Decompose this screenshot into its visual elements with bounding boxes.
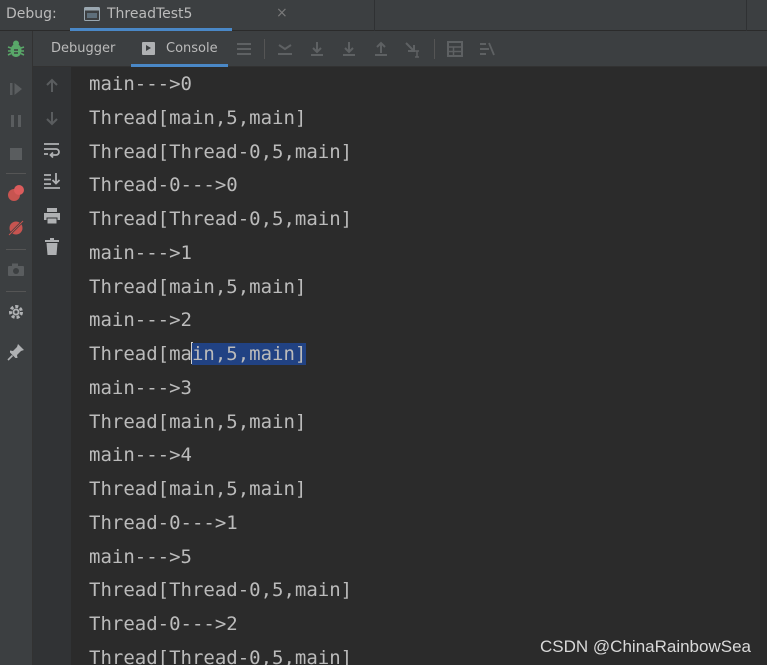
debugger-toolbar: Debugger Console xyxy=(33,31,767,67)
console-line: Thread-0--->2 xyxy=(89,613,238,635)
console-side-toolbar xyxy=(33,67,71,665)
soft-wrap-icon[interactable] xyxy=(42,140,62,160)
text-selection: in,5,main] xyxy=(191,343,307,365)
snapshot-icon[interactable] xyxy=(6,260,26,280)
console-line: main--->4 xyxy=(89,444,192,466)
toolbar-divider xyxy=(6,249,26,250)
console-line: Thread[Thread-0,5,main] xyxy=(89,141,353,163)
console-line: Thread[main,5,main] xyxy=(89,276,307,298)
evaluate-expression-icon[interactable] xyxy=(445,39,465,59)
resume-icon[interactable] xyxy=(6,79,26,99)
view-breakpoints-icon[interactable] xyxy=(6,184,26,204)
line-text-before-caret: Thread[ma xyxy=(89,343,192,365)
debug-actions-toolbar xyxy=(0,31,33,665)
console-line-selected: Thread[main,5,main] xyxy=(89,341,307,367)
tab-label: ThreadTest5 xyxy=(107,6,193,22)
console-line: Thread-0--->0 xyxy=(89,174,238,196)
tab-console[interactable]: Console xyxy=(131,31,228,67)
pin-icon[interactable] xyxy=(6,342,26,362)
tab-debugger[interactable]: Debugger xyxy=(33,31,128,67)
watermark: CSDN @ChinaRainbowSea xyxy=(540,637,751,656)
print-icon[interactable] xyxy=(42,206,62,226)
divider xyxy=(746,0,747,31)
run-config-icon xyxy=(84,7,100,21)
pause-icon[interactable] xyxy=(6,111,26,131)
run-to-cursor-icon[interactable] xyxy=(403,39,423,59)
close-icon[interactable]: × xyxy=(276,5,288,21)
debug-tool-window: Debug: ThreadTest5 × Debugger Console ma… xyxy=(0,0,767,665)
debug-label: Debug: xyxy=(6,6,57,22)
console-line: Thread[main,5,main] xyxy=(89,478,307,500)
console-line: Thread[Thread-0,5,main] xyxy=(89,579,353,601)
step-over-icon[interactable] xyxy=(307,39,327,59)
console-line: main--->5 xyxy=(89,546,192,568)
tab-console-label: Console xyxy=(166,41,218,56)
stop-icon[interactable] xyxy=(6,144,26,164)
debug-bug-icon[interactable] xyxy=(6,39,26,59)
console-line: Thread[Thread-0,5,main] xyxy=(89,647,353,665)
console-line: Thread[main,5,main] xyxy=(89,411,307,433)
toolbar-divider xyxy=(434,39,435,59)
console-output[interactable]: main--->0 Thread[main,5,main] Thread[Thr… xyxy=(71,67,767,665)
toolbar-divider xyxy=(264,39,265,59)
mute-breakpoints-icon[interactable] xyxy=(6,218,26,238)
console-line: main--->0 xyxy=(89,73,192,95)
debug-tab-bar: Debug: ThreadTest5 × xyxy=(0,0,767,31)
menu-icon[interactable] xyxy=(234,39,254,59)
console-icon xyxy=(142,42,155,55)
tab-debugger-label: Debugger xyxy=(51,41,116,56)
scroll-to-end-icon[interactable] xyxy=(42,171,62,191)
trace-icon[interactable] xyxy=(477,39,497,59)
toolbar-divider xyxy=(6,173,26,174)
console-line: Thread[main,5,main] xyxy=(89,107,307,129)
trash-icon[interactable] xyxy=(42,237,62,257)
up-arrow-icon[interactable] xyxy=(42,76,62,96)
console-line: main--->3 xyxy=(89,377,192,399)
console-line: Thread[Thread-0,5,main] xyxy=(89,208,353,230)
settings-icon[interactable] xyxy=(6,302,26,322)
step-out-icon[interactable] xyxy=(371,39,391,59)
tab-threadtest5[interactable]: ThreadTest5 × xyxy=(70,0,288,31)
step-into-icon[interactable] xyxy=(339,39,359,59)
show-execution-point-icon[interactable] xyxy=(275,39,295,59)
console-line: main--->2 xyxy=(89,309,192,331)
console-line: main--->1 xyxy=(89,242,192,264)
toolbar-divider xyxy=(6,291,26,292)
divider xyxy=(374,0,375,31)
console-line: Thread-0--->1 xyxy=(89,512,238,534)
down-arrow-icon[interactable] xyxy=(42,108,62,128)
